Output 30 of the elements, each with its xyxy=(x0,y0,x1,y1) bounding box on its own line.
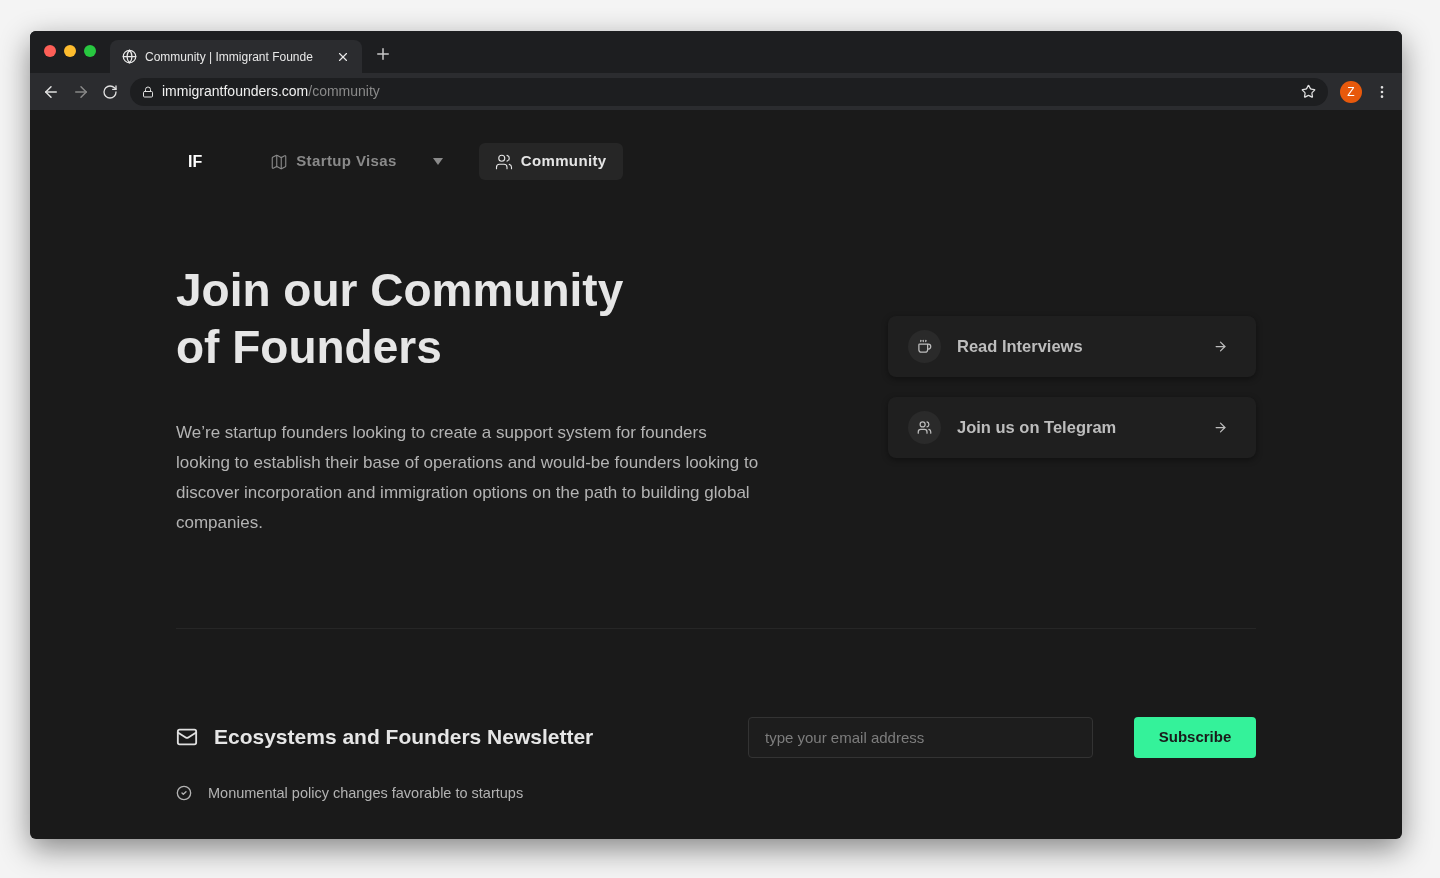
lock-icon xyxy=(142,85,154,98)
check-icon xyxy=(176,785,192,802)
newsletter-title: Ecosystems and Founders Newsletter xyxy=(214,724,594,750)
nav-item[interactable]: Startup Visas xyxy=(254,143,459,180)
nav-item[interactable]: Community xyxy=(478,143,623,180)
close-window-icon[interactable] xyxy=(44,45,56,57)
email-field[interactable]: type your email address xyxy=(748,717,1093,758)
subscribe-button[interactable]: Subscribe xyxy=(1134,717,1256,758)
url-field[interactable]: immigrantfounders.com/community xyxy=(130,77,1328,106)
profile-avatar[interactable]: Z xyxy=(1340,80,1362,103)
arrow-right-icon xyxy=(1213,420,1228,435)
hero-title: Join our Community of Founders xyxy=(176,263,625,375)
globe-icon xyxy=(122,49,137,64)
map-icon xyxy=(270,152,289,171)
caret-icon xyxy=(432,158,443,165)
maximize-window-icon[interactable] xyxy=(84,45,96,57)
link-card[interactable]: Read Interviews xyxy=(888,316,1256,377)
reload-icon[interactable] xyxy=(102,83,118,100)
arrow-right-icon xyxy=(1213,339,1228,354)
link-card[interactable]: Join us on Telegram xyxy=(888,397,1256,458)
logo[interactable]: IF xyxy=(176,149,203,174)
bookmark-star-icon[interactable] xyxy=(1301,84,1316,99)
cup-icon xyxy=(908,330,941,363)
people-icon xyxy=(494,152,513,171)
new-tab-icon[interactable] xyxy=(374,45,392,63)
newsletter-point: Monumental policy changes favorable to startups xyxy=(208,783,524,803)
people-icon xyxy=(908,411,941,444)
browser-tab[interactable]: Community | Immigrant Founde xyxy=(110,40,362,73)
hero-text: We’re startup founders looking to create a support system for founders looking to establish their base of operations and would-be founders looking to discover incorporation and immigration options on the path to building global companies. xyxy=(176,422,760,534)
minimize-window-icon[interactable] xyxy=(64,45,76,57)
